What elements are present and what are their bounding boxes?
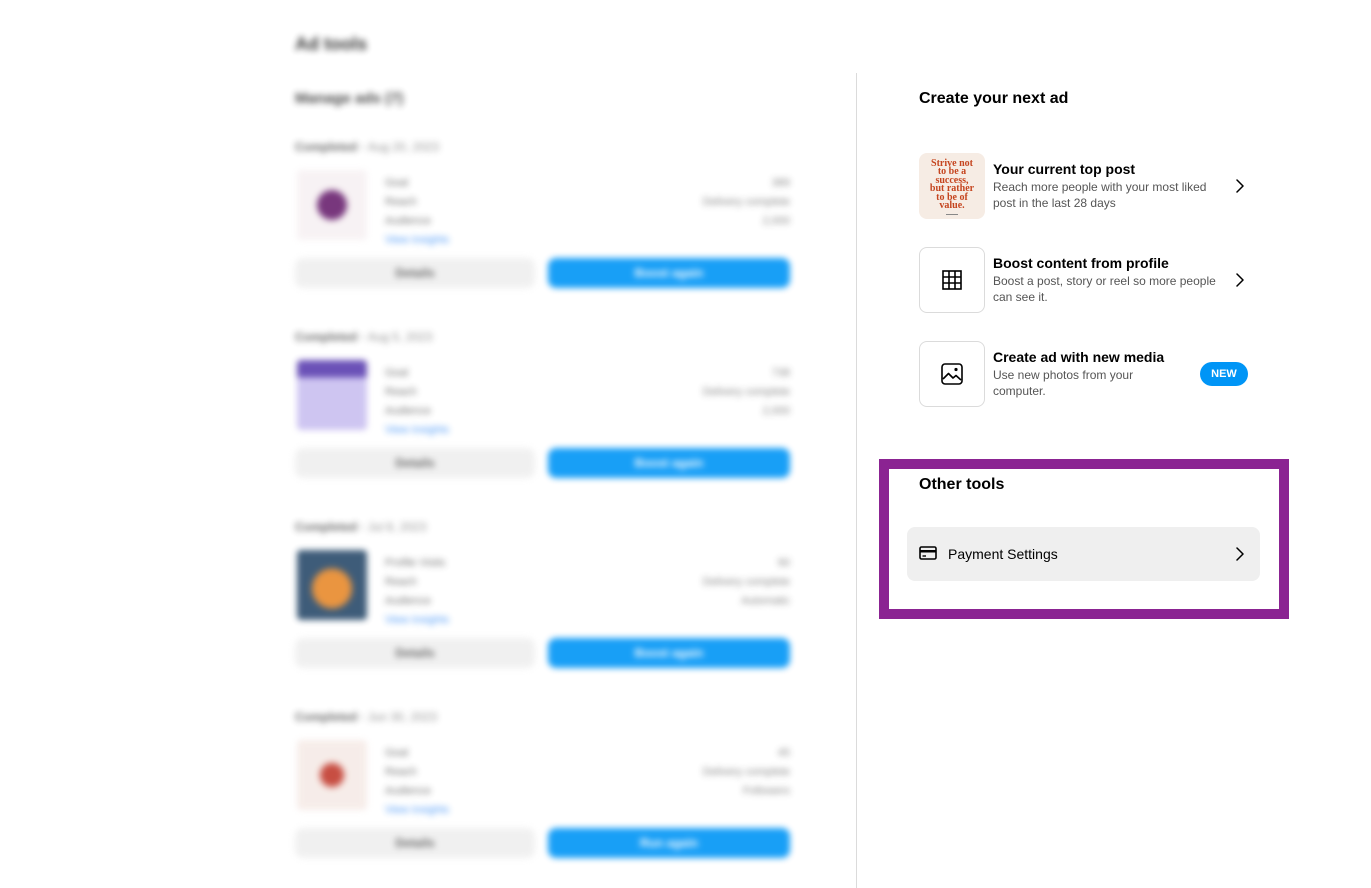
ad-card: Completed · Aug 20, 2023 Goal Reach Audien… bbox=[295, 140, 790, 300]
ad-thumbnail[interactable] bbox=[297, 170, 367, 240]
option-text: Boost content from profile Boost a post,… bbox=[993, 255, 1229, 305]
ad-meta: Profile Visits Reach Audience View insight… bbox=[385, 554, 449, 630]
ad-status: Completed · Aug 20, 2023 bbox=[295, 140, 440, 154]
ad-status: Completed · Jun 30, 2023 bbox=[295, 710, 438, 724]
view-insights-link[interactable]: View insights bbox=[385, 421, 449, 440]
option-title: Your current top post bbox=[993, 161, 1136, 177]
boost-again-button[interactable]: Boost again bbox=[548, 448, 790, 478]
image-tile bbox=[919, 341, 985, 407]
payment-settings-label: Payment Settings bbox=[948, 546, 1058, 562]
ad-meta: Goal Reach Audience View insights bbox=[385, 174, 449, 250]
manage-ads-heading: Manage ads (7) bbox=[295, 90, 404, 107]
chevron-right-icon bbox=[1236, 179, 1244, 193]
details-button[interactable]: Details bbox=[295, 448, 535, 478]
option-title: Create ad with new media bbox=[993, 349, 1165, 365]
new-badge: NEW bbox=[1200, 362, 1248, 386]
credit-card-icon bbox=[919, 546, 937, 560]
ad-tools-page: Ad tools Manage ads (7) Completed · Aug … bbox=[0, 0, 1371, 888]
ad-status: Completed · Aug 5, 2023 bbox=[295, 330, 433, 344]
option-text: Your current top post Reach more people … bbox=[993, 161, 1229, 211]
payment-settings-button[interactable]: Payment Settings bbox=[907, 527, 1260, 581]
option-text: Create ad with new media Use new photos … bbox=[993, 349, 1229, 399]
create-next-ad-heading: Create your next ad bbox=[919, 90, 1069, 107]
chevron-right-icon bbox=[1236, 273, 1244, 287]
ad-thumbnail[interactable] bbox=[297, 550, 367, 620]
ad-card: Completed · Aug 5, 2023 Goal Reach Audienc… bbox=[295, 330, 790, 490]
details-button[interactable]: Details bbox=[295, 638, 535, 668]
option-description: Use new photos from your computer. bbox=[993, 368, 1134, 398]
option-description: Reach more people with your most liked p… bbox=[993, 180, 1207, 210]
ad-stats: 389 Delivery complete 2,000 bbox=[702, 177, 790, 227]
ad-stats: 90 Delivery complete Automatic bbox=[702, 557, 790, 607]
chevron-right-icon bbox=[1236, 547, 1244, 561]
ad-card: Completed · Jul 8, 2023 Profile Visits Re… bbox=[295, 520, 790, 680]
boost-again-button[interactable]: Boost again bbox=[548, 638, 790, 668]
ad-card: Completed · Jun 30, 2023 Goal Reach Audien… bbox=[295, 710, 790, 870]
ad-meta: Goal Reach Audience View insights bbox=[385, 364, 449, 440]
image-icon bbox=[941, 363, 963, 385]
option-description: Boost a post, story or reel so more peop… bbox=[993, 274, 1216, 304]
boost-content-option[interactable]: Boost content from profile Boost a post,… bbox=[919, 247, 1259, 313]
create-ad-new-media-option[interactable]: Create ad with new media Use new photos … bbox=[919, 341, 1259, 407]
view-insights-link[interactable]: View insights bbox=[385, 231, 449, 250]
ad-status: Completed · Jul 8, 2023 bbox=[295, 520, 427, 534]
current-top-post-option[interactable]: Strive not to be a success, but rather t… bbox=[919, 153, 1259, 219]
ad-thumbnail[interactable] bbox=[297, 740, 367, 810]
grid-tile bbox=[919, 247, 985, 313]
ad-stats: 45 Delivery complete Followers bbox=[702, 747, 790, 797]
option-title: Boost content from profile bbox=[993, 255, 1169, 271]
manage-ads-panel: Ad tools Manage ads (7) Completed · Aug … bbox=[290, 0, 800, 888]
ad-thumbnail[interactable] bbox=[297, 360, 367, 430]
page-title: Ad tools bbox=[295, 34, 367, 54]
details-button[interactable]: Details bbox=[295, 258, 535, 288]
top-post-thumbnail: Strive not to be a success, but rather t… bbox=[919, 153, 985, 219]
boost-again-button[interactable]: Boost again bbox=[548, 258, 790, 288]
run-again-button[interactable]: Run again bbox=[548, 828, 790, 858]
poster-signature bbox=[946, 213, 958, 215]
ad-stats: 738 Delivery complete 2,000 bbox=[702, 367, 790, 417]
view-insights-link[interactable]: View insights bbox=[385, 611, 449, 630]
grid-icon bbox=[942, 270, 962, 290]
other-tools-heading: Other tools bbox=[919, 476, 1005, 493]
ad-meta: Goal Reach Audience View insights bbox=[385, 744, 449, 820]
details-button[interactable]: Details bbox=[295, 828, 535, 858]
view-insights-link[interactable]: View insights bbox=[385, 801, 449, 820]
column-divider bbox=[856, 73, 857, 888]
